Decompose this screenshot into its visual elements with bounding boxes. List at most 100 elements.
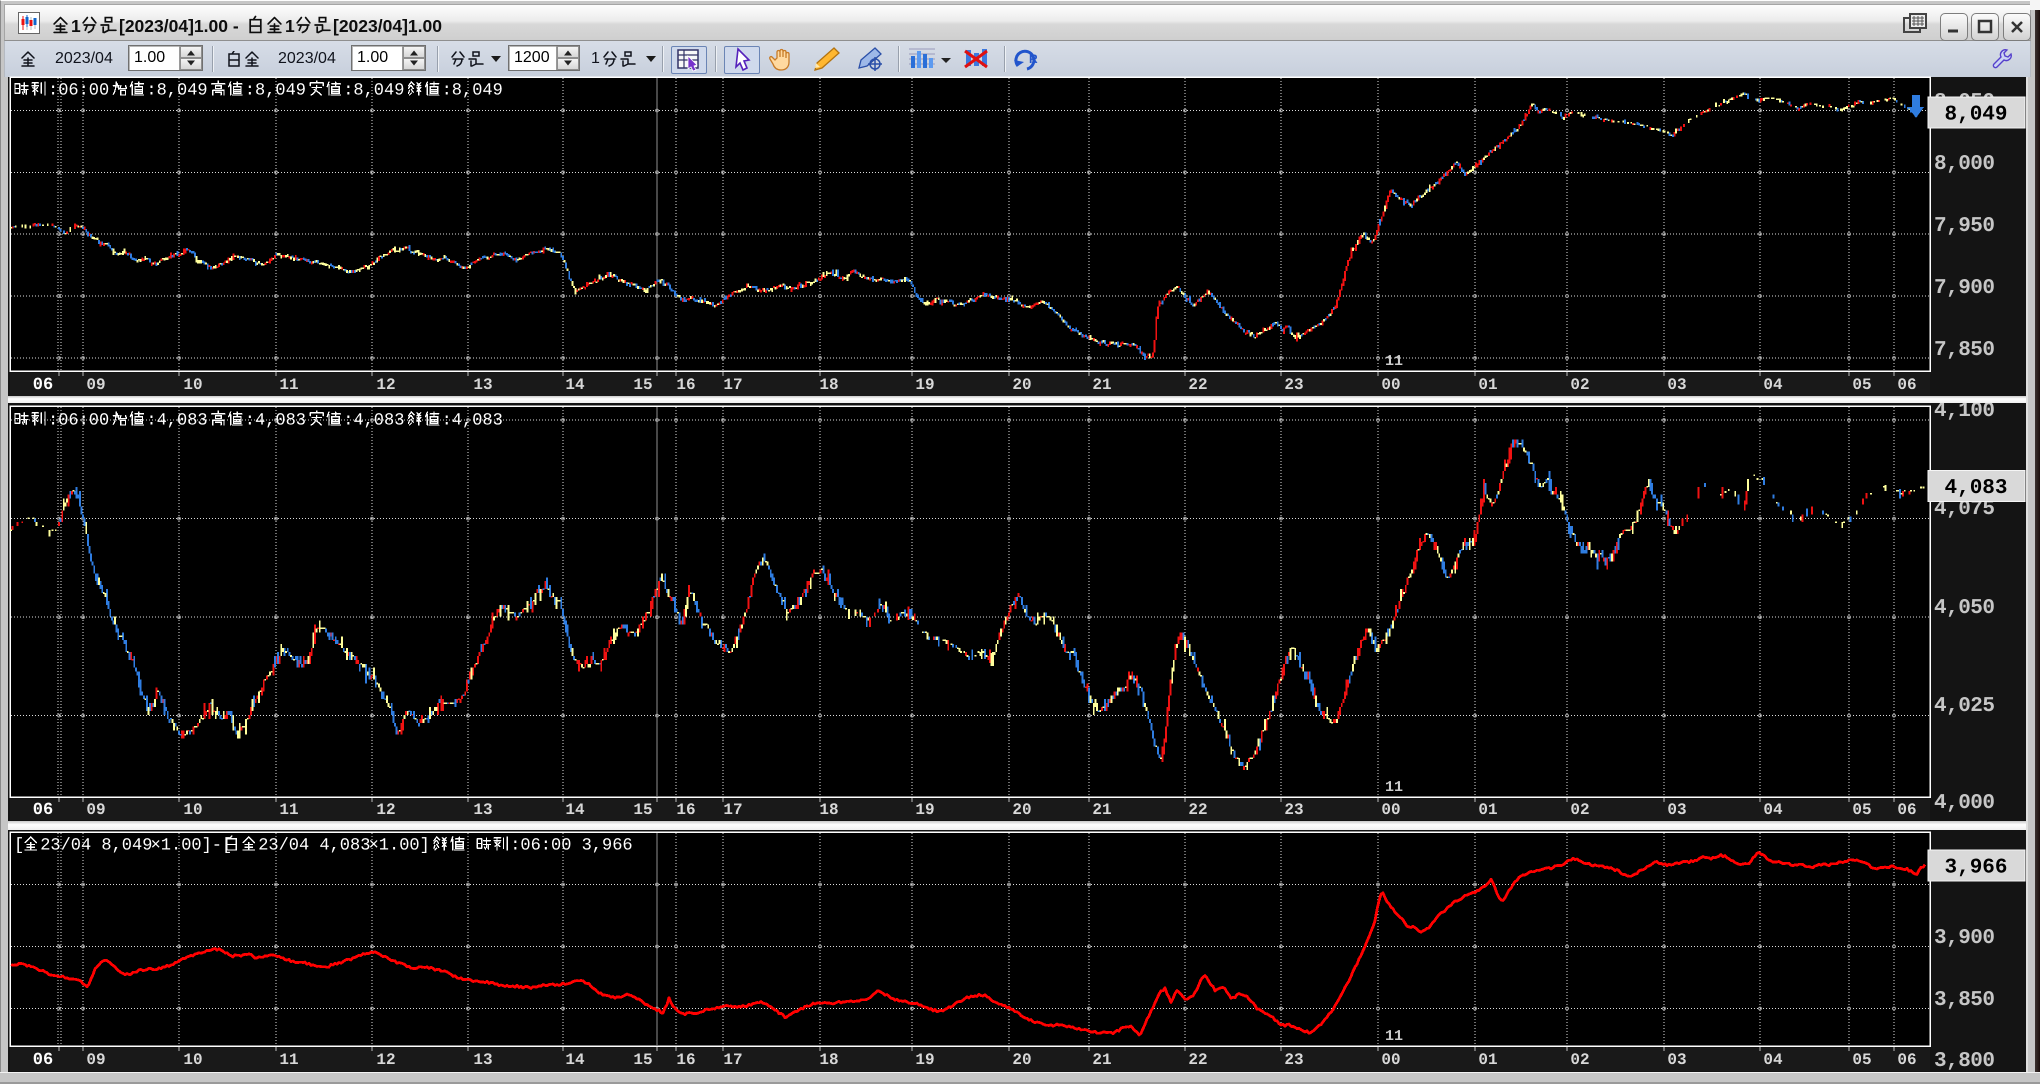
svg-text::4,083: :4,083 [146, 412, 207, 431]
svg-text:×1.00]: ×1.00] [369, 837, 430, 856]
svg-text:03: 03 [1667, 376, 1686, 394]
svg-text:15: 15 [633, 801, 652, 819]
svg-text:10: 10 [183, 1051, 202, 1069]
svg-text:06: 06 [33, 376, 53, 395]
svg-text:11: 11 [1385, 779, 1403, 796]
svg-text:13: 13 [473, 376, 492, 394]
svg-text::4,083: :4,083 [245, 412, 306, 431]
svg-text:23: 23 [1284, 1051, 1303, 1069]
svg-text::4,083: :4,083 [442, 412, 503, 431]
svg-text:11: 11 [279, 1051, 298, 1069]
svg-text::06:00 3,966: :06:00 3,966 [510, 837, 632, 856]
svg-text:02: 02 [1570, 801, 1589, 819]
svg-text::06:00: :06:00 [48, 82, 109, 101]
svg-text:4,083: 4,083 [1944, 477, 2007, 500]
svg-text:13: 13 [473, 801, 492, 819]
svg-text:04: 04 [1763, 1051, 1783, 1069]
svg-text:12: 12 [376, 1051, 395, 1069]
svg-text:8,000: 8,000 [1934, 153, 1995, 176]
svg-text:03: 03 [1667, 1051, 1686, 1069]
svg-text::4,083: :4,083 [343, 412, 404, 431]
svg-text:8,049: 8,049 [1944, 104, 2007, 127]
svg-text:15: 15 [633, 376, 652, 394]
svg-text:18: 18 [819, 801, 838, 819]
svg-text:22: 22 [1188, 376, 1207, 394]
svg-text:3,850: 3,850 [1934, 989, 1995, 1012]
svg-text:22: 22 [1188, 801, 1207, 819]
svg-text:7,900: 7,900 [1934, 277, 1995, 300]
svg-text:12: 12 [376, 801, 395, 819]
svg-text:7,950: 7,950 [1934, 215, 1995, 238]
svg-text:20: 20 [1012, 376, 1031, 394]
svg-text:06: 06 [1897, 376, 1916, 394]
svg-text:03: 03 [1667, 801, 1686, 819]
svg-text:19: 19 [915, 1051, 934, 1069]
svg-text:19: 19 [915, 376, 934, 394]
svg-text:16: 16 [676, 376, 695, 394]
svg-text:15: 15 [633, 1051, 652, 1069]
svg-text:01: 01 [1478, 1051, 1497, 1069]
svg-text:18: 18 [819, 1051, 838, 1069]
svg-text:01: 01 [1478, 376, 1497, 394]
svg-text:23/04 8,049: 23/04 8,049 [40, 837, 152, 856]
svg-text:21: 21 [1092, 1051, 1111, 1069]
svg-text:17: 17 [723, 1051, 742, 1069]
svg-text:4,000: 4,000 [1934, 792, 1995, 815]
svg-text:3,800: 3,800 [1934, 1050, 1995, 1073]
svg-text:12: 12 [376, 376, 395, 394]
svg-text:21: 21 [1092, 376, 1111, 394]
svg-text:17: 17 [723, 376, 742, 394]
svg-text:00: 00 [1381, 376, 1400, 394]
svg-text:00: 00 [1381, 801, 1400, 819]
svg-text:20: 20 [1012, 1051, 1031, 1069]
svg-text:19: 19 [915, 801, 934, 819]
svg-text:11: 11 [279, 801, 298, 819]
svg-text::8,049: :8,049 [442, 82, 503, 101]
svg-text:22: 22 [1188, 1051, 1207, 1069]
svg-text:×1.00]-[: ×1.00]-[ [151, 837, 233, 856]
svg-text:06: 06 [1897, 801, 1916, 819]
svg-text:14: 14 [565, 1051, 585, 1069]
svg-text:13: 13 [473, 1051, 492, 1069]
svg-text:4,025: 4,025 [1934, 695, 1995, 718]
svg-text:09: 09 [86, 1051, 105, 1069]
svg-text::8,049: :8,049 [146, 82, 207, 101]
svg-text:23: 23 [1284, 376, 1303, 394]
svg-text:11: 11 [1385, 1028, 1403, 1045]
svg-text:04: 04 [1763, 801, 1783, 819]
svg-text::06:00: :06:00 [48, 412, 109, 431]
svg-text:3,966: 3,966 [1944, 857, 2007, 880]
svg-text:09: 09 [86, 376, 105, 394]
svg-text:3,900: 3,900 [1934, 927, 1995, 950]
svg-text:02: 02 [1570, 1051, 1589, 1069]
svg-text:00: 00 [1381, 1051, 1400, 1069]
svg-text:06: 06 [1897, 1051, 1916, 1069]
svg-text:21: 21 [1092, 801, 1111, 819]
svg-text:10: 10 [183, 801, 202, 819]
svg-text:14: 14 [565, 801, 585, 819]
svg-text:17: 17 [723, 801, 742, 819]
svg-text:20: 20 [1012, 801, 1031, 819]
svg-text:4,050: 4,050 [1934, 597, 1995, 620]
svg-text::8,049: :8,049 [245, 82, 306, 101]
svg-text:14: 14 [565, 376, 585, 394]
svg-text:05: 05 [1852, 801, 1871, 819]
svg-text:01: 01 [1478, 801, 1497, 819]
svg-text:02: 02 [1570, 376, 1589, 394]
svg-text::8,049: :8,049 [343, 82, 404, 101]
svg-text:18: 18 [819, 376, 838, 394]
svg-text:11: 11 [279, 376, 298, 394]
svg-text:4,100: 4,100 [1934, 400, 1995, 423]
svg-text:23/04 4,083: 23/04 4,083 [258, 837, 370, 856]
svg-text:16: 16 [676, 801, 695, 819]
svg-text:05: 05 [1852, 376, 1871, 394]
svg-text:11: 11 [1385, 353, 1403, 370]
svg-text:23: 23 [1284, 801, 1303, 819]
svg-text:05: 05 [1852, 1051, 1871, 1069]
svg-text:04: 04 [1763, 376, 1783, 394]
svg-text:[: [ [14, 837, 24, 856]
svg-text:09: 09 [86, 801, 105, 819]
svg-text:06: 06 [33, 801, 53, 820]
svg-text:16: 16 [676, 1051, 695, 1069]
svg-text:7,850: 7,850 [1934, 339, 1995, 362]
